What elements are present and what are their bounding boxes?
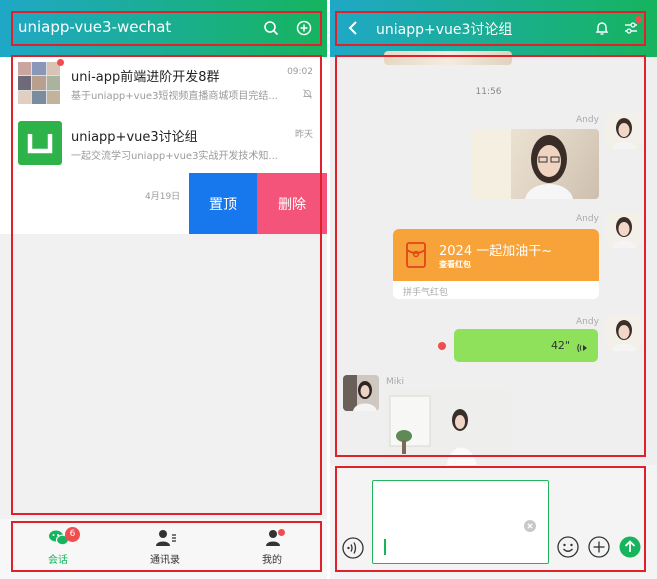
annotation-box-right-header	[335, 11, 646, 46]
annotation-box-right-input	[335, 466, 646, 572]
annotation-box-left-tabbar	[11, 521, 322, 572]
annotation-box-left-header	[11, 11, 322, 46]
annotation-box-right-messages	[335, 55, 646, 457]
annotation-box-left-list	[11, 55, 322, 515]
